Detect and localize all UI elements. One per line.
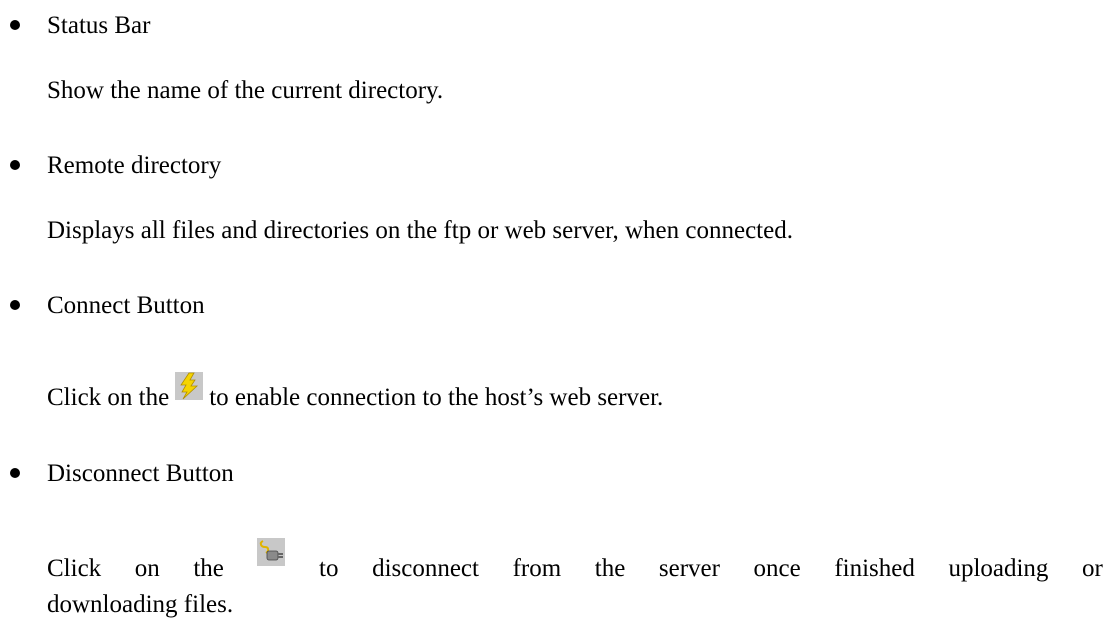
description-word: the (594, 555, 626, 582)
description-word: the (193, 555, 224, 582)
description-word: to (319, 555, 339, 582)
bullet-marker (10, 20, 20, 30)
list-item-title: Disconnect Button (47, 460, 234, 487)
description-word: Click (47, 555, 102, 582)
list-item-description: Displays all files and directories on th… (47, 217, 793, 244)
description-text-before: Click on the (47, 384, 170, 411)
bullet-marker (10, 300, 20, 310)
lightning-bolt-icon (175, 372, 204, 400)
list-item-description: Show the name of the current directory. (47, 77, 444, 104)
list-item-description-continued: downloading files. (47, 591, 234, 618)
description-text-after: to enable connection to the host’s web s… (209, 384, 664, 411)
description-word: on (134, 555, 160, 582)
bullet-marker (10, 468, 20, 478)
list-item-title: Status Bar (47, 12, 151, 39)
description-word: uploading (948, 555, 1049, 582)
document-page: Status Bar Show the name of the current … (0, 0, 1114, 628)
description-word: once (753, 555, 801, 582)
description-word: from (512, 555, 562, 582)
bullet-marker (10, 160, 20, 170)
description-word: server (658, 555, 720, 582)
list-item-description: Click on the to disconnect from the serv… (47, 538, 1103, 582)
list-item-description: Click on the to enable connection to the… (47, 372, 664, 411)
description-word: disconnect (372, 555, 479, 582)
list-item-title: Connect Button (47, 292, 205, 319)
description-word: finished (834, 555, 915, 582)
disconnect-plug-icon (257, 538, 286, 566)
list-item-title: Remote directory (47, 152, 222, 179)
description-word: or (1082, 555, 1103, 582)
